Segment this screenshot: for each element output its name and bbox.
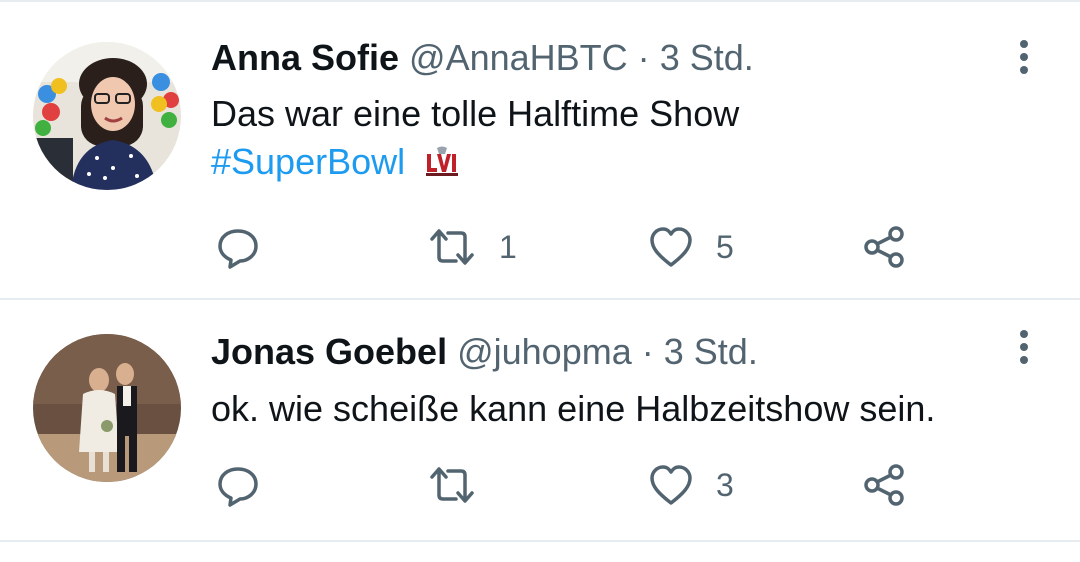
author-name[interactable]: Anna Sofie	[211, 37, 399, 78]
tweet[interactable]: Jonas Goebel @juhopma · 3 Std. ok. wie s…	[0, 300, 1080, 542]
author-name[interactable]: Jonas Goebel	[211, 331, 447, 372]
more-options-icon[interactable]	[1014, 38, 1034, 78]
like-button[interactable]: 3	[648, 455, 734, 515]
heart-icon	[650, 465, 692, 505]
share-button[interactable]	[862, 455, 908, 515]
avatar[interactable]	[33, 42, 181, 190]
tweet-actions: 1 5	[0, 217, 1080, 277]
share-icon	[864, 464, 904, 506]
like-button[interactable]: 5	[648, 217, 734, 277]
hashtag-link[interactable]: #SuperBowl	[211, 141, 405, 182]
author-handle[interactable]: @AnnaHBTC	[409, 37, 628, 78]
super-bowl-lvi-logo-icon	[423, 140, 462, 188]
more-options-icon[interactable]	[1014, 328, 1034, 368]
author-handle[interactable]: @juhopma	[457, 331, 632, 372]
reply-icon	[218, 229, 258, 269]
tweet-text: ok. wie scheiße kann eine Halbzeitshow s…	[211, 385, 935, 433]
separator: ·	[641, 331, 654, 372]
tweet-text: Das war eine tolle Halftime Show #SuperB…	[211, 90, 739, 188]
tweet-header: Anna Sofie @AnnaHBTC · 3 Std.	[211, 36, 754, 80]
tweet-actions: 3	[0, 455, 1080, 515]
reply-button[interactable]	[216, 455, 282, 515]
retweet-button[interactable]	[427, 455, 499, 515]
share-icon	[864, 226, 904, 268]
like-count: 3	[716, 466, 734, 503]
like-count: 5	[716, 228, 734, 265]
tweet-text-line: ok. wie scheiße kann eine Halbzeitshow s…	[211, 388, 936, 429]
reply-button[interactable]	[216, 217, 282, 277]
retweet-icon	[430, 467, 474, 503]
retweet-button[interactable]: 1	[427, 217, 517, 277]
timestamp[interactable]: 3 Std.	[660, 37, 754, 78]
separator: ·	[637, 37, 650, 78]
retweet-icon	[430, 229, 474, 265]
tweet-header: Jonas Goebel @juhopma · 3 Std.	[211, 330, 758, 374]
heart-icon	[650, 227, 692, 267]
tweet[interactable]: Anna Sofie @AnnaHBTC · 3 Std. Das war ei…	[0, 0, 1080, 300]
reply-icon	[218, 467, 258, 507]
share-button[interactable]	[862, 217, 908, 277]
retweet-count: 1	[499, 228, 517, 265]
tweet-text-line: Das war eine tolle Halftime Show	[211, 93, 740, 134]
timestamp[interactable]: 3 Std.	[664, 331, 758, 372]
